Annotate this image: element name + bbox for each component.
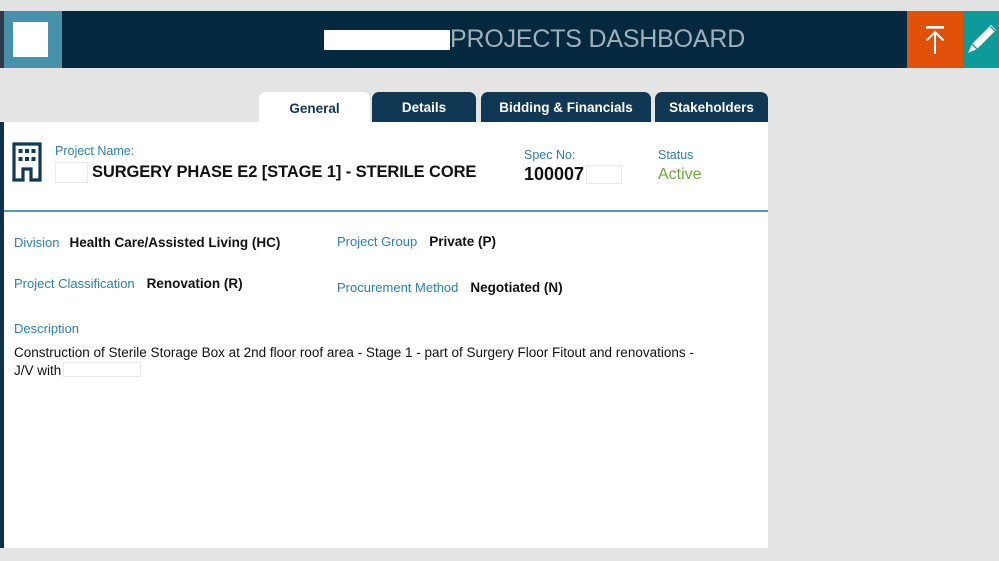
- project-summary-row: Project Name: SURGERY PHASE E2 [STAGE 1]…: [4, 122, 768, 211]
- app-header-bar: PROJECTS DASHBOARD: [0, 11, 999, 68]
- upload-button[interactable]: [907, 11, 963, 68]
- project-name-label: Project Name:: [55, 144, 135, 158]
- field-division: Division Health Care/Assisted Living (HC): [14, 234, 280, 252]
- description-label: Description: [14, 321, 80, 336]
- spec-no-label: Spec No:: [524, 148, 576, 162]
- description-text: Construction of Sterile Storage Box at 2…: [14, 344, 694, 380]
- pencil-icon: [968, 24, 996, 53]
- header-title-group: PROJECTS DASHBOARD: [324, 11, 745, 68]
- edit-button[interactable]: [963, 11, 999, 68]
- field-project-group-label: Project Group: [337, 234, 418, 249]
- project-name-redaction: [55, 162, 88, 183]
- field-division-value: Health Care/Assisted Living (HC): [69, 235, 281, 250]
- description-redaction: [63, 362, 142, 377]
- status-badge: Active: [658, 166, 702, 183]
- field-project-classification-label: Project Classification: [14, 276, 135, 291]
- tab-stakeholders[interactable]: Stakeholders: [655, 92, 768, 123]
- tab-bar: General Details Bidding & Financials Sta…: [0, 92, 768, 124]
- field-project-group: Project Group Private (P): [337, 233, 496, 251]
- field-project-classification-value: Renovation (R): [146, 276, 243, 291]
- tab-bidding-financials[interactable]: Bidding & Financials: [481, 92, 651, 123]
- tab-general[interactable]: General: [259, 92, 370, 124]
- spec-no-redaction: [586, 165, 623, 184]
- spec-no-value: 100007: [524, 164, 585, 184]
- logo-block[interactable]: [4, 11, 62, 68]
- field-division-label: Division: [14, 235, 60, 250]
- status-label: Status: [658, 148, 694, 162]
- field-project-group-value: Private (P): [429, 234, 496, 249]
- project-name-value: SURGERY PHASE E2 [STAGE 1] - STERILE COR…: [92, 163, 477, 181]
- project-name-group: SURGERY PHASE E2 [STAGE 1] - STERILE COR…: [55, 162, 476, 183]
- section-divider: [4, 210, 768, 212]
- top-gray-strip: [0, 0, 999, 11]
- page-title: PROJECTS DASHBOARD: [450, 25, 746, 53]
- general-tab-panel: Project Name: SURGERY PHASE E2 [STAGE 1]…: [0, 122, 768, 548]
- field-procurement-method-value: Negotiated (N): [470, 280, 563, 295]
- header-title-redaction: [324, 29, 450, 50]
- field-project-classification: Project Classification Renovation (R): [14, 275, 243, 293]
- building-icon: [12, 142, 42, 182]
- field-procurement-method: Procurement Method Negotiated (N): [337, 279, 563, 297]
- logo-placeholder-icon: [13, 22, 48, 57]
- spec-no-group: 100007: [524, 164, 623, 185]
- field-procurement-method-label: Procurement Method: [337, 280, 459, 295]
- tab-details[interactable]: Details: [372, 92, 476, 123]
- upload-arrow-icon: [925, 25, 945, 54]
